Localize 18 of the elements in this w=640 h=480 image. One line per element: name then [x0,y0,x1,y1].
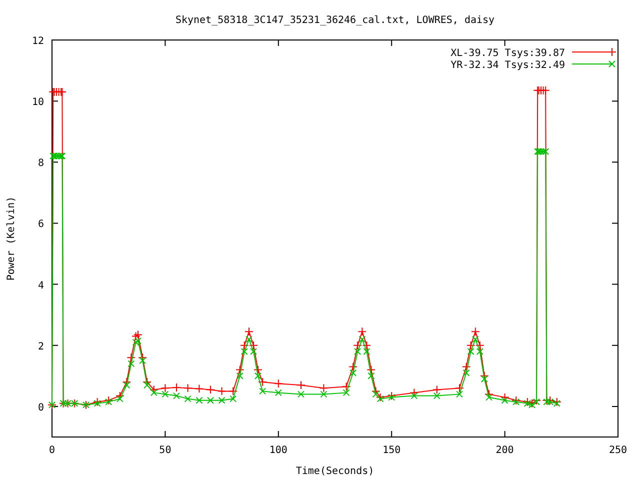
legend-label: YR-32.34 Tsys:32.49 [450,60,565,71]
legend-label: XL-39.75 Tsys:39.87 [450,48,565,59]
y-tick-label: 12 [32,36,44,47]
x-tick-label: 50 [159,445,172,456]
x-tick-label: 0 [48,445,56,456]
x-tick-label: 250 [608,445,628,456]
y-tick-label: 6 [38,219,44,230]
x-tick-label: 200 [496,445,514,456]
y-axis-label: Power (Kelvin) [6,196,17,281]
x-axis-label: Time(Seconds) [296,466,374,477]
y-tick-label: 8 [38,158,44,170]
y-tick-label: 10 [32,97,44,108]
chart-title: Skynet_58318_3C147_35231_36246_cal.txt, LOWRES, daisy [175,15,495,26]
y-tick-label: 4 [38,280,44,292]
y-tick-label: 2 [38,341,44,352]
x-tick-label: 150 [382,445,401,456]
y-tick-label: 0 [38,402,44,414]
x-tick-label: 100 [269,445,288,456]
